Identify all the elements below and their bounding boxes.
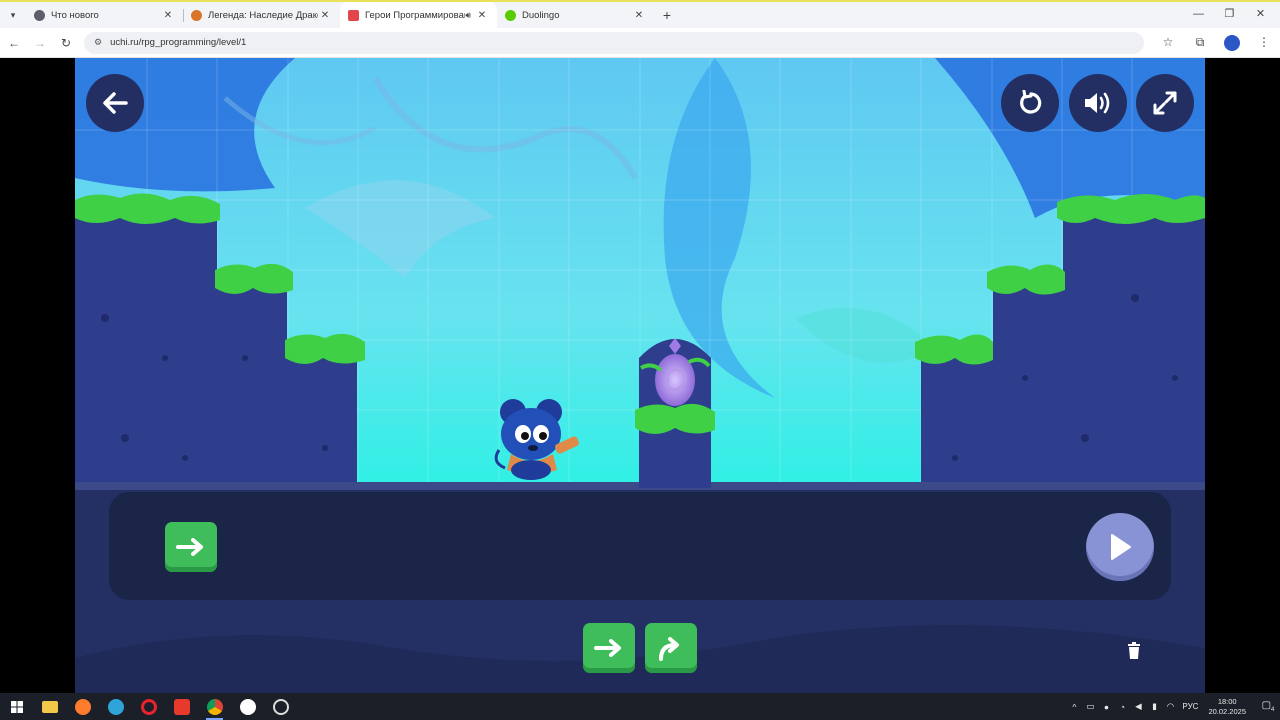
arrow-right-icon bbox=[594, 639, 621, 657]
clock[interactable]: 18:00 20.02.2025 bbox=[1208, 697, 1246, 717]
microphone-icon[interactable]: ● bbox=[1098, 702, 1114, 712]
tab-title: Герои Программирования bbox=[365, 9, 465, 21]
back-button[interactable] bbox=[86, 74, 144, 132]
trash-icon[interactable] bbox=[1125, 640, 1143, 660]
yandex-icon[interactable] bbox=[165, 693, 198, 720]
input-language[interactable]: РУС bbox=[1182, 702, 1198, 711]
tab-title: Что нового bbox=[51, 9, 99, 21]
clock-date: 20.02.2025 bbox=[1208, 706, 1246, 716]
program-sequence-panel[interactable] bbox=[109, 492, 1171, 600]
sound-button[interactable] bbox=[1069, 74, 1127, 132]
tab-whats-new[interactable]: Что нового ✕ bbox=[26, 2, 183, 28]
jump-arrow-icon bbox=[659, 637, 679, 661]
palette-block-jump[interactable] bbox=[645, 623, 697, 673]
browser-tab-strip: ▾ Что нового ✕ Легенда: Наследие Драконо… bbox=[0, 0, 1280, 28]
tab-favicon-icon bbox=[191, 9, 202, 21]
system-tray: ^ ▭ ● ◔ ◀ ▮ ◠ РУС 18:00 20.02.2025 ▢4 bbox=[1066, 693, 1280, 720]
close-window-icon[interactable]: ✕ bbox=[1245, 5, 1276, 23]
close-icon[interactable]: ✕ bbox=[475, 10, 489, 21]
play-icon bbox=[1111, 534, 1131, 560]
tab-title: Легенда: Наследие Драконов bbox=[208, 9, 318, 21]
tray-app-icon[interactable]: ▭ bbox=[1082, 701, 1098, 712]
volume-icon[interactable]: ◀ bbox=[1130, 701, 1146, 712]
yandex-browser-icon[interactable] bbox=[231, 693, 264, 720]
restart-button[interactable] bbox=[1001, 74, 1059, 132]
site-info-icon[interactable]: ⚙︎ bbox=[94, 37, 102, 48]
windows-taskbar: ^ ▭ ● ◔ ◀ ▮ ◠ РУС 18:00 20.02.2025 ▢4 bbox=[0, 693, 1280, 720]
opera-icon[interactable] bbox=[132, 693, 165, 720]
arrow-left-icon bbox=[103, 92, 128, 114]
app-icon[interactable] bbox=[264, 693, 297, 720]
window-controls: — ❐ ✕ bbox=[1183, 5, 1276, 23]
firefox-icon[interactable] bbox=[66, 693, 99, 720]
tab-favicon-icon bbox=[505, 9, 516, 21]
new-tab-button[interactable]: + bbox=[654, 2, 680, 28]
back-icon[interactable]: ← bbox=[2, 31, 26, 55]
chrome-icon[interactable] bbox=[198, 693, 231, 720]
edge-icon[interactable] bbox=[99, 693, 132, 720]
battery-icon[interactable]: ▮ bbox=[1146, 701, 1162, 712]
wifi-icon[interactable]: ◠ bbox=[1162, 701, 1178, 712]
close-icon[interactable]: ✕ bbox=[161, 10, 175, 21]
close-icon[interactable]: ✕ bbox=[632, 10, 646, 21]
notifications-icon[interactable]: ▢4 bbox=[1256, 700, 1280, 713]
reload-icon[interactable]: ↻ bbox=[54, 31, 78, 55]
tab-favicon-icon bbox=[348, 9, 359, 21]
notification-count: 4 bbox=[1271, 707, 1275, 713]
run-program-button[interactable] bbox=[1086, 513, 1154, 581]
close-icon[interactable]: ✕ bbox=[318, 10, 332, 21]
tab-programming-heroes[interactable]: Герои Программирования 🔊︎ ✕ bbox=[340, 2, 497, 28]
tab-dragon-legend[interactable]: Легенда: Наследие Драконов ✕ bbox=[183, 2, 340, 28]
restore-icon[interactable]: ❐ bbox=[1214, 5, 1245, 23]
menu-kebab-icon[interactable]: ⋮ bbox=[1248, 35, 1280, 51]
restart-icon bbox=[1020, 90, 1042, 114]
program-block-move-right[interactable] bbox=[165, 522, 217, 572]
fullscreen-icon bbox=[1153, 91, 1177, 115]
sound-icon bbox=[1085, 92, 1110, 114]
browser-toolbar: ← → ↻ ⚙︎ uchi.ru/rpg_programming/level/1… bbox=[0, 28, 1280, 58]
network-icon[interactable]: ◔ bbox=[1114, 702, 1130, 712]
extensions-icon[interactable]: ⧉ bbox=[1184, 35, 1216, 51]
tab-duolingo[interactable]: Duolingo ✕ bbox=[497, 2, 654, 28]
windows-start-icon[interactable] bbox=[0, 693, 33, 720]
arrow-right-icon bbox=[176, 538, 203, 556]
palette-block-move-right[interactable] bbox=[583, 623, 635, 673]
bookmark-star-icon[interactable]: ☆ bbox=[1152, 35, 1184, 51]
file-explorer-icon[interactable] bbox=[33, 693, 66, 720]
tab-search-button[interactable]: ▾ bbox=[0, 2, 26, 28]
speaker-icon[interactable]: 🔊︎ bbox=[465, 10, 471, 21]
forward-icon[interactable]: → bbox=[28, 31, 52, 55]
minimize-icon[interactable]: — bbox=[1183, 5, 1214, 23]
address-bar[interactable]: ⚙︎ uchi.ru/rpg_programming/level/1 bbox=[84, 31, 1144, 54]
tab-favicon-icon bbox=[34, 9, 45, 21]
tab-title: Duolingo bbox=[522, 9, 560, 21]
url-text: uchi.ru/rpg_programming/level/1 bbox=[110, 37, 247, 48]
fullscreen-button[interactable] bbox=[1136, 74, 1194, 132]
game-canvas bbox=[75, 58, 1205, 693]
profile-avatar[interactable] bbox=[1224, 34, 1240, 51]
chevron-up-icon[interactable]: ^ bbox=[1066, 702, 1082, 712]
clock-time: 18:00 bbox=[1217, 696, 1237, 706]
